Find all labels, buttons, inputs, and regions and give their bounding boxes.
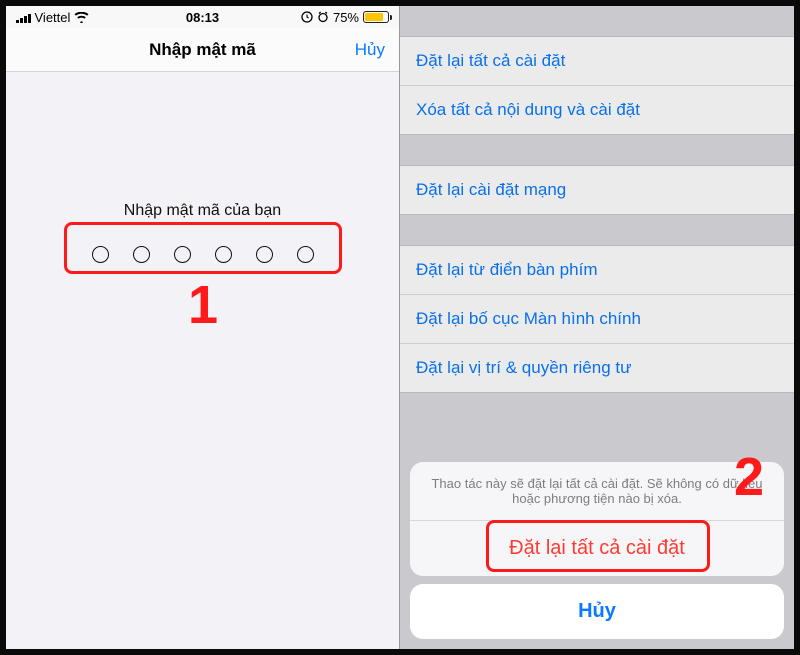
- passcode-dot: [256, 246, 273, 263]
- wifi-icon: [74, 12, 89, 23]
- settings-group: Đặt lại tất cả cài đặt Xóa tất cả nội du…: [400, 36, 794, 135]
- passcode-dot: [215, 246, 232, 263]
- rotation-lock-icon: [301, 11, 313, 23]
- clock-label: 08:13: [186, 10, 219, 25]
- carrier-label: Viettel: [35, 10, 71, 25]
- passcode-area: Nhập mật mã của bạn: [6, 72, 399, 263]
- passcode-prompt: Nhập mật mã của bạn: [6, 202, 399, 220]
- annotation-number-1: 1: [188, 274, 218, 336]
- passcode-screen: Viettel 08:13 75%: [6, 6, 400, 649]
- action-sheet-message: Thao tác này sẽ đặt lại tất cả cài đặt. …: [410, 462, 784, 521]
- passcode-dot: [92, 246, 109, 263]
- battery-pct-label: 75%: [333, 10, 359, 25]
- passcode-dots[interactable]: [6, 246, 399, 263]
- erase-all-content-row[interactable]: Xóa tất cả nội dung và cài đặt: [400, 85, 794, 134]
- cancel-button[interactable]: Hủy: [355, 40, 385, 60]
- action-sheet: Thao tác này sẽ đặt lại tất cả cài đặt. …: [410, 462, 784, 639]
- settings-group: Đặt lại cài đặt mạng: [400, 165, 794, 215]
- reset-home-layout-row[interactable]: Đặt lại bố cục Màn hình chính: [400, 294, 794, 343]
- statusbar: Viettel 08:13 75%: [6, 6, 399, 28]
- alarm-icon: [317, 11, 329, 23]
- reset-location-privacy-row[interactable]: Đặt lại vị trí & quyền riêng tư: [400, 343, 794, 392]
- reset-all-settings-row[interactable]: Đặt lại tất cả cài đặt: [400, 37, 794, 85]
- reset-keyboard-dict-row[interactable]: Đặt lại từ điển bàn phím: [400, 246, 794, 294]
- tutorial-composite: Viettel 08:13 75%: [0, 0, 800, 655]
- navbar: Nhập mật mã Hủy: [6, 28, 399, 72]
- action-sheet-cancel-button[interactable]: Hủy: [410, 584, 784, 639]
- passcode-dot: [297, 246, 314, 263]
- settings-group: Đặt lại từ điển bàn phím Đặt lại bố cục …: [400, 245, 794, 393]
- battery-icon: [363, 11, 389, 23]
- reset-network-row[interactable]: Đặt lại cài đặt mạng: [400, 166, 794, 214]
- nav-title: Nhập mật mã: [149, 40, 256, 60]
- passcode-dot: [174, 246, 191, 263]
- passcode-dot: [133, 246, 150, 263]
- reset-settings-screen: Đặt lại tất cả cài đặt Xóa tất cả nội du…: [400, 6, 794, 649]
- action-sheet-destructive-button[interactable]: Đặt lại tất cả cài đặt: [410, 521, 784, 576]
- signal-bars-icon: [16, 12, 31, 23]
